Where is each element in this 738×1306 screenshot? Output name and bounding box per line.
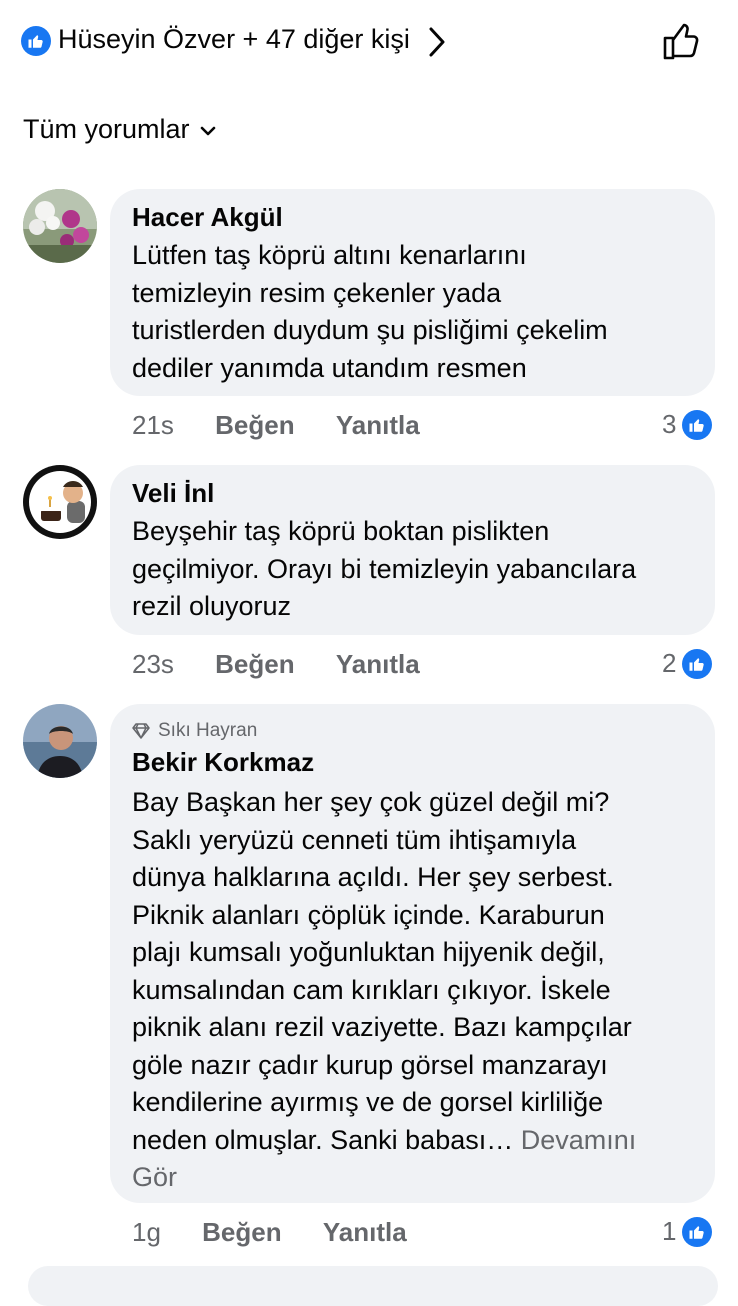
comment-actions: 1g Beğen Yanıtla bbox=[132, 1217, 407, 1248]
comment-actions: 21s Beğen Yanıtla bbox=[132, 410, 420, 441]
comment-time: 23s bbox=[132, 649, 174, 679]
comment-time: 1g bbox=[132, 1217, 161, 1247]
chevron-down-icon bbox=[200, 126, 215, 135]
comment-bubble[interactable]: Sıkı Hayran Bekir Korkmaz Bay Başkan her… bbox=[110, 704, 715, 1203]
comment-text: Bay Başkan her şey çok güzel değil mi? S… bbox=[132, 784, 715, 1197]
reply-button[interactable]: Yanıtla bbox=[323, 1217, 407, 1247]
like-reaction-icon bbox=[21, 26, 51, 56]
comment-text-body: Bay Başkan her şey çok güzel değil mi? S… bbox=[132, 787, 632, 1155]
comment-filter-dropdown[interactable]: Tüm yorumlar bbox=[23, 114, 216, 145]
comment-time: 21s bbox=[132, 410, 174, 440]
avatar[interactable] bbox=[23, 465, 97, 539]
comment-bubble[interactable]: Veli İnl Beyşehir taş köprü boktan pisli… bbox=[110, 465, 715, 635]
like-comment-button[interactable]: Beğen bbox=[215, 649, 294, 679]
avatar[interactable] bbox=[23, 189, 97, 263]
comment-actions: 23s Beğen Yanıtla bbox=[132, 649, 420, 680]
reply-button[interactable]: Yanıtla bbox=[336, 649, 420, 679]
avatar[interactable] bbox=[23, 704, 97, 778]
like-comment-button[interactable]: Beğen bbox=[215, 410, 294, 440]
fan-badge-label: Sıkı Hayran bbox=[158, 720, 258, 741]
reaction-count-value: 1 bbox=[662, 1216, 677, 1246]
comment-author[interactable]: Veli İnl bbox=[132, 477, 715, 509]
fan-badge: Sıkı Hayran bbox=[132, 718, 715, 744]
like-button-icon[interactable] bbox=[660, 20, 702, 62]
reaction-count-value: 2 bbox=[662, 648, 677, 678]
comment-author[interactable]: Hacer Akgül bbox=[132, 201, 715, 233]
like-reaction-icon bbox=[682, 1216, 713, 1247]
like-comment-button[interactable]: Beğen bbox=[202, 1217, 281, 1247]
like-reaction-icon bbox=[682, 648, 713, 679]
reply-button[interactable]: Yanıtla bbox=[336, 410, 420, 440]
chevron-right-icon[interactable] bbox=[428, 26, 446, 58]
reactions-summary[interactable]: Hüseyin Özver + 47 diğer kişi bbox=[58, 24, 410, 55]
reaction-count[interactable]: 2 bbox=[662, 648, 713, 679]
like-reaction-icon bbox=[682, 409, 713, 440]
reaction-count-value: 3 bbox=[662, 409, 677, 439]
comment-bubble[interactable]: Hacer Akgül Lütfen taş köprü altını kena… bbox=[110, 189, 715, 396]
comment-text: Beyşehir taş köprü boktan pislikten geçi… bbox=[132, 516, 637, 621]
next-comment-bubble bbox=[28, 1266, 718, 1306]
diamond-icon bbox=[132, 723, 150, 739]
comment-author[interactable]: Bekir Korkmaz bbox=[132, 746, 715, 778]
reaction-count[interactable]: 1 bbox=[662, 1216, 713, 1247]
comment-filter-label: Tüm yorumlar bbox=[23, 114, 190, 144]
reaction-count[interactable]: 3 bbox=[662, 409, 713, 440]
reactions-bar[interactable]: Hüseyin Özver + 47 diğer kişi bbox=[0, 0, 738, 84]
comment-text: Lütfen taş köprü altını kenarlarını temi… bbox=[132, 240, 608, 383]
